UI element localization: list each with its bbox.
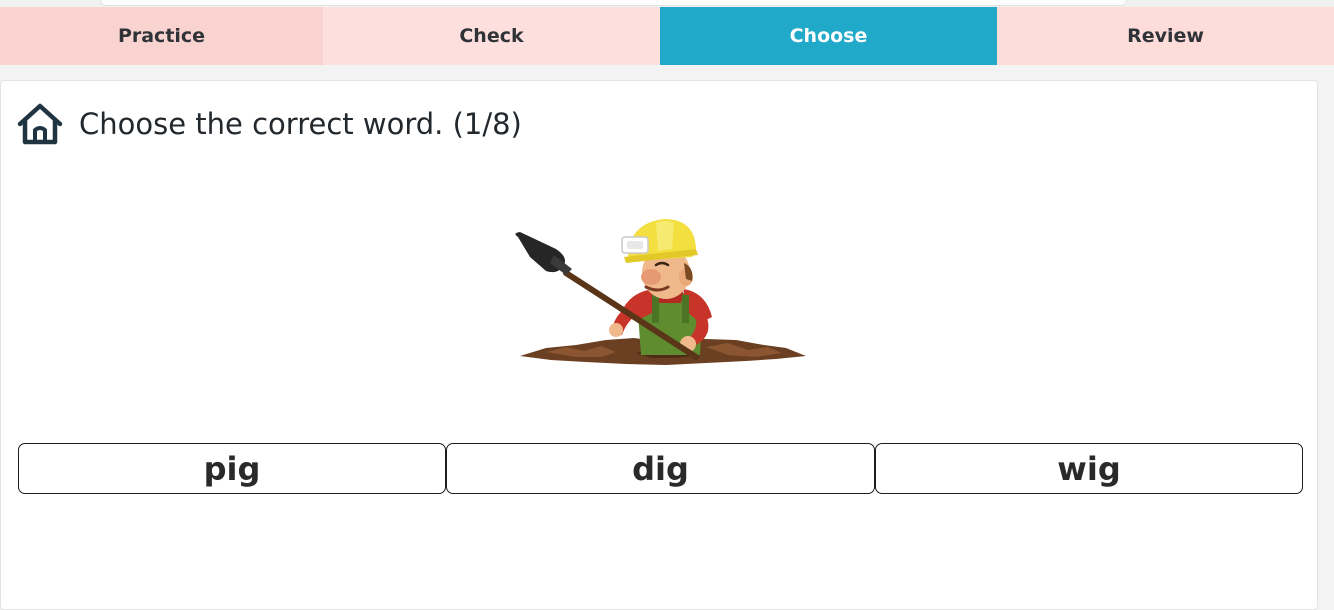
page-title: Choose the correct word. (1/8) [79,107,522,141]
tab-check[interactable]: Check [323,7,660,65]
exercise-header: Choose the correct word. (1/8) [15,101,522,147]
top-strip [0,0,1334,7]
tab-practice[interactable]: Practice [0,7,323,65]
tab-choose[interactable]: Choose [660,7,997,65]
exercise-card: Choose the correct word. (1/8) pig dig w… [0,80,1318,610]
choice-button-dig[interactable]: dig [446,443,875,494]
home-icon[interactable] [15,102,65,146]
choice-button-pig[interactable]: pig [18,443,446,494]
top-bar-pill [100,0,1127,6]
activity-tabs: Practice Check Choose Review [0,7,1334,65]
digging-worker-illustration [506,205,816,380]
choice-button-wig[interactable]: wig [875,443,1303,494]
tab-review[interactable]: Review [997,7,1334,65]
answer-choices: pig dig wig [18,443,1303,496]
